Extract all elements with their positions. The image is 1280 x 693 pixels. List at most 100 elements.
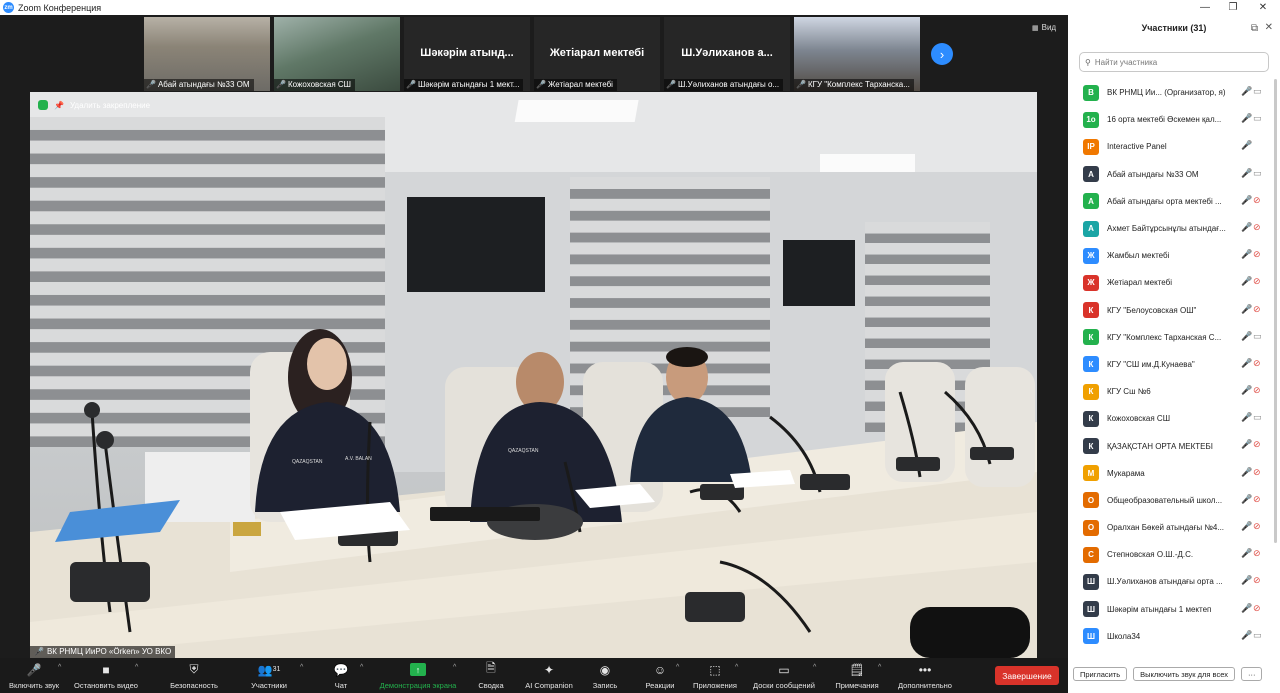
camera-off-icon: ⊘ [1253,249,1261,260]
speaker-name-tag: 🎤 ВК РНМЦ ИиРО «Örken» УО ВКО [30,646,176,658]
panel-footer: Пригласить Выключить звук для всех ··· [1068,667,1280,687]
participant-name: КГУ "Комплекс Тарханская С... [1107,332,1222,342]
thumbnail-display-name: Ш.Уәлиханов а... [681,47,773,59]
security-button[interactable]: ⛨ Безопасность [164,658,224,693]
participant-row[interactable]: Ж Жетіарал мектебі 🎤 ⊘ [1068,269,1273,296]
mic-muted-icon: 🎤 [1241,412,1253,423]
avatar: К [1083,356,1099,373]
main-video[interactable]: QAZAQSTAN A.V. BALAN QAZAQSTAN 📌 Удалить… [30,92,1037,658]
badge-text-3: QAZAQSTAN [508,448,539,454]
close-icon[interactable]: ✕ [1265,22,1273,33]
ai-companion-button[interactable]: ✦ AI Companion [520,658,578,693]
participant-name: Кожоховская СШ [1107,414,1171,424]
notes-button[interactable]: 🗒 Примечания [832,658,882,693]
chevron-up-icon[interactable]: ^ [135,664,138,671]
record-button[interactable]: ◉ Запись [588,658,622,693]
participant-row[interactable]: К КГУ "Белоусовская ОШ" 🎤 ⊘ [1068,297,1273,324]
participant-thumbnail[interactable]: 🎤 КГУ "Комплекс Тарханска... [794,17,920,91]
participant-row[interactable]: А Абай атындағы орта мектебі ... 🎤 ⊘ [1068,188,1273,215]
participant-name: Школа34 [1107,631,1141,641]
participants-button[interactable]: 👥 31 Участники [244,658,294,693]
participant-name: Абай атындағы орта мектебі ... [1107,196,1222,206]
participant-row[interactable]: О Оралхан Бөкей атындағы №4... 🎤 ⊘ [1068,514,1273,541]
mic-muted-icon: 🎤 [1241,357,1253,368]
camera-off-icon: ⊘ [1253,276,1261,287]
chevron-up-icon[interactable]: ^ [735,664,738,671]
participant-row[interactable]: А Ахмет Байтұрсынұлы атындағ... 🎤 ⊘ [1068,215,1273,242]
mic-muted-icon: 🎤 [1241,575,1253,586]
smiley-icon: ☺ [653,662,667,677]
chevron-up-icon[interactable]: ^ [676,664,679,671]
end-meeting-button[interactable]: Завершение [995,666,1059,685]
title-bar: zm Zoom Конференция — ❐ ✕ [0,0,1280,15]
share-screen-button[interactable]: ↑ Демонстрация экрана [372,658,464,693]
participant-thumbnail[interactable]: Шәкәрім атынд... 🎤 Шәкәрім атындағы 1 мект… [404,17,530,91]
more-button[interactable]: ••• Дополнительно [894,658,956,693]
participant-row[interactable]: К Кожоховская СШ 🎤 ▭ [1068,405,1273,432]
participant-row[interactable]: Ш Шәкәрім атындағы 1 мектеп 🎤 ⊘ [1068,596,1273,623]
more-options-button[interactable]: ··· [1240,667,1263,681]
chevron-up-icon[interactable]: ^ [813,664,816,671]
unmute-button[interactable]: 🎤 Включить звук [4,658,64,693]
mic-muted-icon: 🎤 [1241,276,1253,287]
participant-row[interactable]: М Мукарама 🎤 ⊘ [1068,460,1273,487]
participant-name: Шәкәрім атындағы 1 мектеп [1107,604,1212,614]
chevron-up-icon[interactable]: ^ [878,664,881,671]
participant-row[interactable]: Ж Жамбыл мектебі 🎤 ⊘ [1068,242,1273,269]
thumbnail-caption-text: Шәкәрім атындағы 1 мект... [417,80,520,89]
maximize-button[interactable]: ❐ [1218,0,1248,15]
chat-button[interactable]: 💬 Чат [325,658,357,693]
participant-row[interactable]: Ш Ш.Уәлиханов атындағы орта ... 🎤 ⊘ [1068,568,1273,595]
chevron-up-icon[interactable]: ^ [300,664,303,671]
participant-name: Interactive Panel [1107,142,1167,152]
participant-thumbnail[interactable]: 🎤 Абай атындағы №33 ОМ [144,17,270,91]
mic-muted-icon: 🎤 [1241,167,1253,178]
mic-muted-icon: 🎤 [1241,466,1253,477]
avatar: Ж [1083,274,1099,291]
whiteboards-button[interactable]: ▭ Доски сообщений [750,658,818,693]
invite-button[interactable]: Пригласить [1073,667,1128,681]
participant-name: Жетіарал мектебі [1107,278,1172,288]
stop-video-button[interactable]: ■ Остановить видео [70,658,142,693]
chevron-up-icon[interactable]: ^ [360,664,363,671]
whiteboard-icon: ▭ [778,662,790,677]
close-window-button[interactable]: ✕ [1248,0,1278,15]
participant-row[interactable]: В ВК РНМЦ Ии... (Организатор, я) 🎤 ▭ [1068,79,1273,106]
participant-thumbnail[interactable]: 🎤 Кожоховская СШ [274,17,400,91]
camera-off-icon: ⊘ [1253,575,1261,586]
minimize-button[interactable]: — [1190,0,1220,15]
participant-search[interactable]: ⚲ [1079,52,1269,72]
participant-row[interactable]: К КГУ "СШ им.Д.Кунаева" 🎤 ⊘ [1068,351,1273,378]
popout-icon[interactable]: ⧉ [1251,23,1258,34]
view-button[interactable]: ▦ Вид [1032,23,1056,32]
avatar: А [1083,193,1099,210]
scrollbar[interactable] [1274,79,1277,543]
participant-row[interactable]: О Общеобразовательный школ... 🎤 ⊘ [1068,487,1273,514]
camera-off-icon: ⊘ [1253,385,1261,396]
participant-row[interactable]: С Степновская О.Ш.-Д.С. 🎤 ⊘ [1068,541,1273,568]
participant-name: Степновская О.Ш.-Д.С. [1107,550,1194,560]
participant-thumbnail[interactable]: Жетіарал мектебі 🎤 Жетіарал мектебі [534,17,660,91]
chevron-up-icon[interactable]: ^ [58,664,61,671]
reactions-button[interactable]: ☺ Реакции [640,658,680,693]
summary-button[interactable]: 🗎 Сводка [474,658,508,693]
thumbnail-caption-text: КГУ "Комплекс Тарханска... [807,80,910,89]
unpin-label: Удалить закрепление [69,100,151,110]
participant-row[interactable]: IP Interactive Panel 🎤 [1068,133,1273,160]
participant-row[interactable]: Ш Школа34 🎤 ▭ [1068,623,1273,650]
participant-name: КГУ Сш №6 [1107,387,1151,397]
search-input[interactable] [1094,57,1265,67]
participant-row[interactable]: 1о 16 орта мектебі Өскемен қал... 🎤 ▭ [1068,106,1273,133]
participant-row[interactable]: К ҚАЗАҚСТАН ОРТА МЕКТЕБІ 🎤 ⊘ [1068,432,1273,459]
apps-button[interactable]: ⬚ Приложения [690,658,740,693]
unpin-control[interactable]: 📌 Удалить закрепление [38,100,150,110]
participant-thumbnail[interactable]: Ш.Уәлиханов а... 🎤 Ш.Уәлиханов атындағы о.… [664,17,790,91]
next-page-arrow-icon[interactable]: › [931,43,953,65]
participant-row[interactable]: К КГУ Сш №6 🎤 ⊘ [1068,378,1273,405]
participant-row[interactable]: К КГУ "Комплекс Тарханская С... 🎤 ▭ [1068,324,1273,351]
mute-all-button[interactable]: Выключить звук для всех [1133,667,1235,681]
mic-muted-icon: 🎤 [1241,86,1253,96]
chevron-up-icon[interactable]: ^ [453,664,456,671]
mic-muted-icon: 🎤 [1241,548,1253,559]
participant-row[interactable]: А Абай атындағы №33 ОМ 🎤 ▭ [1068,161,1273,188]
